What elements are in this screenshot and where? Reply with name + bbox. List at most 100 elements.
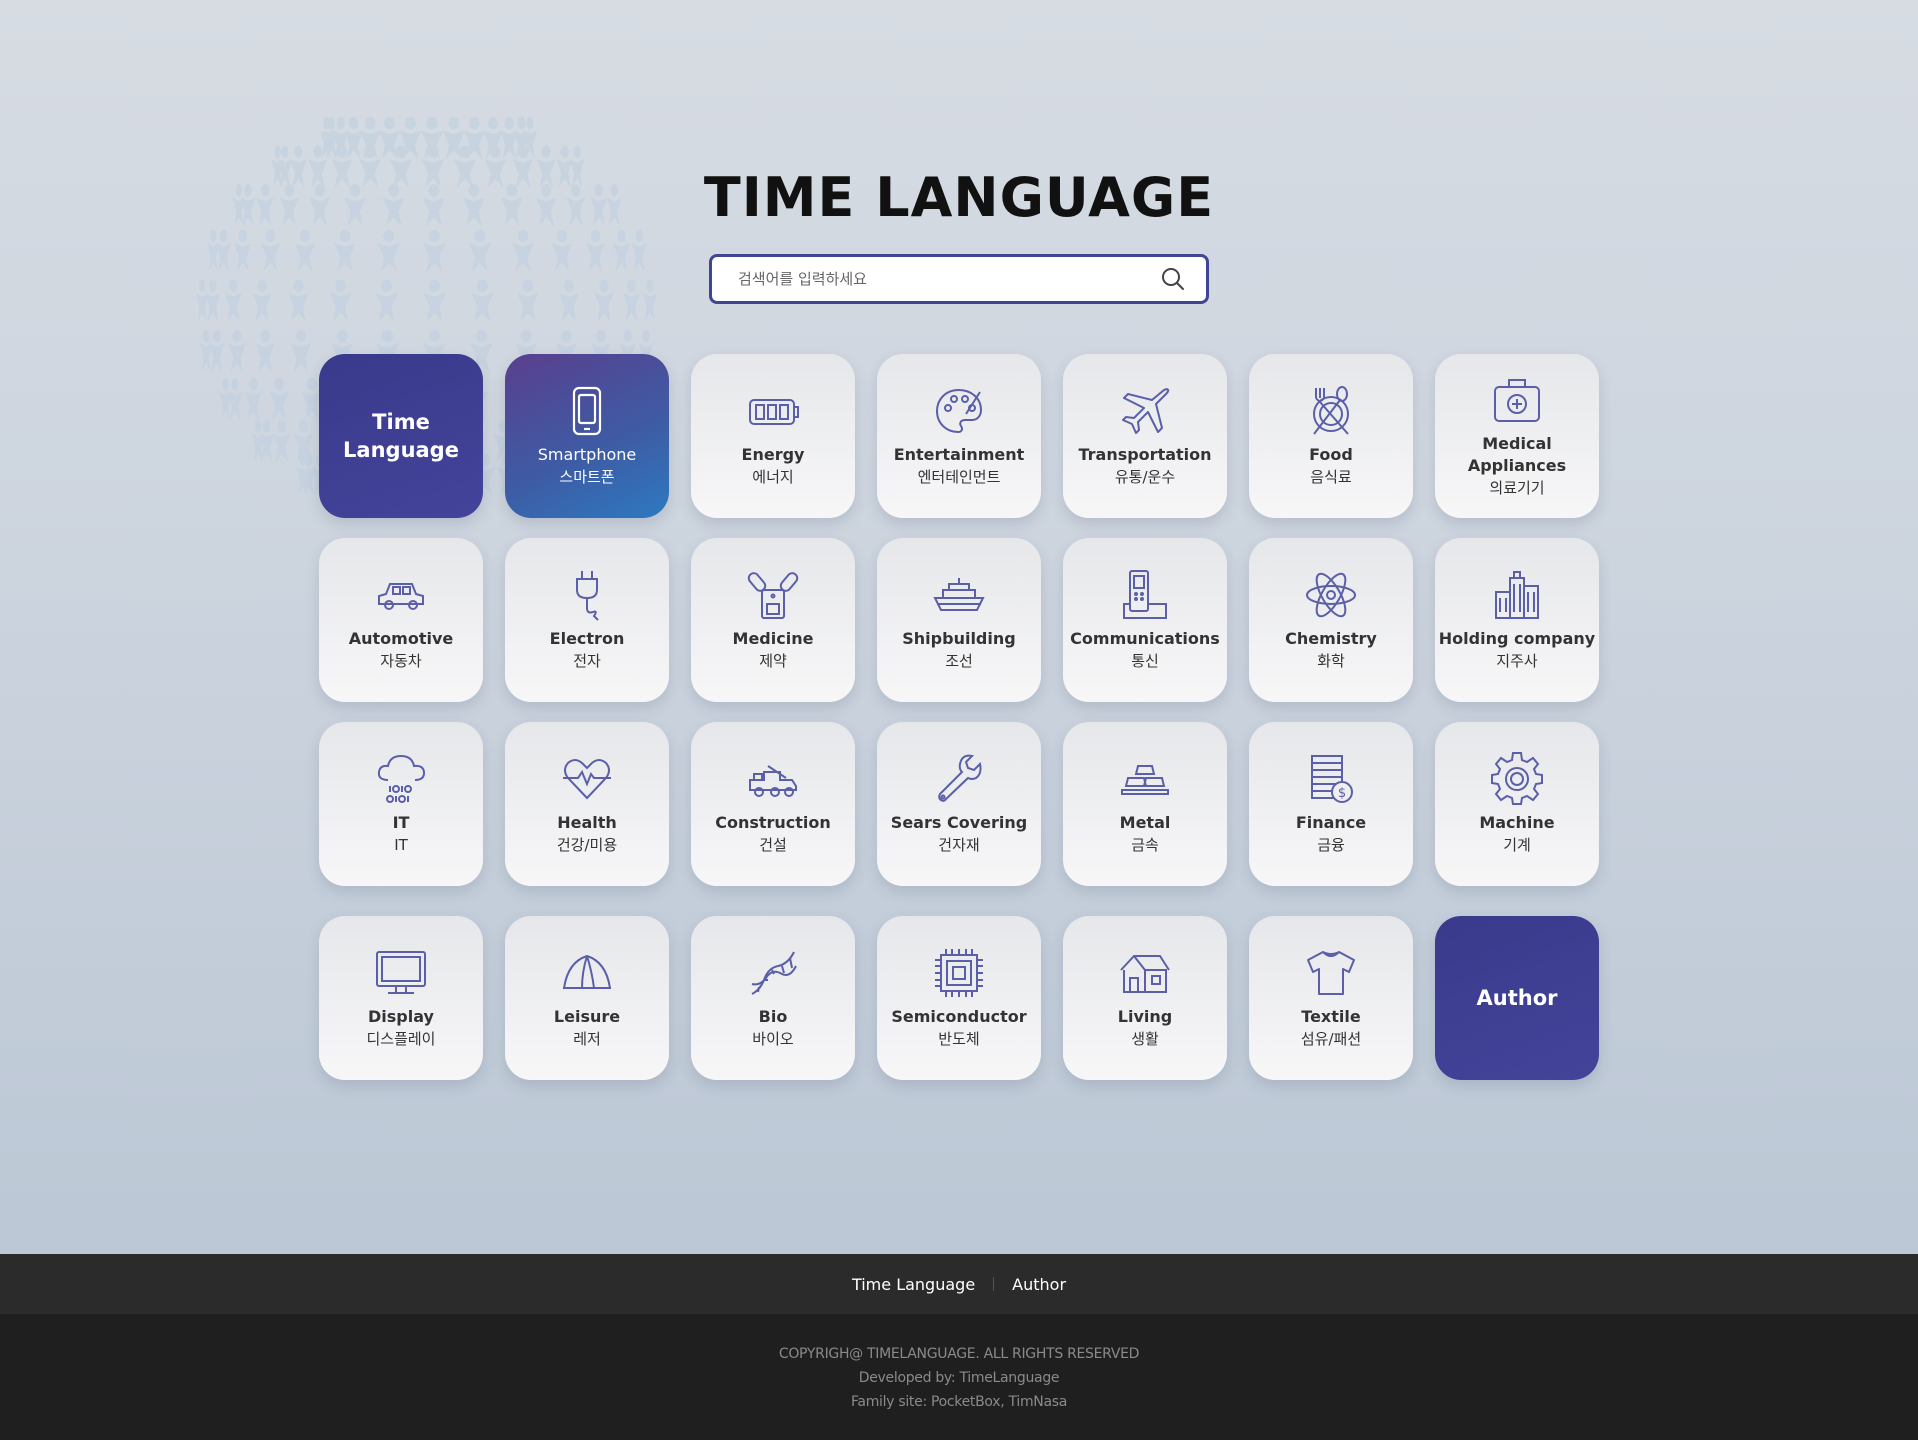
svg-text:$: $: [1338, 786, 1346, 801]
search-bar: [709, 254, 1209, 304]
card-label-en: Machine: [1479, 813, 1555, 832]
card-living[interactable]: Living 생활: [1063, 916, 1227, 1080]
card-label-en: Transportation: [1078, 445, 1212, 464]
phone-icon: [1123, 570, 1167, 619]
card-label-en: Textile: [1301, 1007, 1361, 1026]
card-chemistry[interactable]: Chemistry 화학: [1249, 538, 1413, 702]
card-transportation[interactable]: Transportation 유통/운수: [1063, 354, 1227, 518]
heartbeat-icon: [563, 759, 611, 800]
card-author[interactable]: Author: [1435, 916, 1599, 1080]
card-label-en: Entertainment: [893, 445, 1025, 464]
search-input[interactable]: [738, 270, 1160, 288]
globe-person-figure: [586, 229, 605, 272]
card-shipbuilding[interactable]: Shipbuilding 조선: [877, 538, 1041, 702]
card-label-ko: 음식료: [1310, 468, 1352, 486]
chip-icon: [935, 949, 983, 997]
card-label-en: Leisure: [553, 1007, 621, 1026]
coins-icon: $: [1311, 755, 1353, 803]
card-it[interactable]: IT IT: [319, 722, 483, 886]
card-label-en: Holding company: [1438, 629, 1596, 648]
atom-icon: [1306, 572, 1356, 618]
card-label-ko: 스마트폰: [559, 468, 615, 486]
card-label-en: Finance: [1295, 813, 1367, 832]
globe-person-figure: [288, 279, 309, 322]
card-label-ko: 건강/미용: [556, 836, 618, 854]
card-medicine[interactable]: Medicine 제약: [691, 538, 855, 702]
page-title: TIME LANGUAGE: [703, 166, 1215, 229]
card-health[interactable]: Health 건강/미용: [505, 722, 669, 886]
search-icon[interactable]: [1160, 266, 1186, 292]
globe-person-figure: [423, 279, 446, 322]
globe-person-figure: [228, 329, 246, 373]
truck-icon: [749, 765, 797, 797]
globe-person-figure: [294, 229, 316, 272]
globe-person-figure: [558, 279, 580, 322]
globe-person-figure: [195, 279, 209, 322]
card-communications[interactable]: Communications 통신: [1063, 538, 1227, 702]
card-construction[interactable]: Construction 건설: [691, 722, 855, 886]
card-energy[interactable]: Energy 에너지: [691, 354, 855, 518]
card-finance[interactable]: $ Finance 금융: [1249, 722, 1413, 886]
card-machine[interactable]: Machine 기계: [1435, 722, 1599, 886]
card-label-ko: 자동차: [380, 652, 422, 670]
card-electron[interactable]: Electron 전자: [505, 538, 669, 702]
cutlery-icon: [1313, 386, 1349, 435]
footer: COPYRIGH@ TIMELANGUAGE. ALL RIGHTS RESER…: [0, 1314, 1918, 1440]
globe-person-figure: [377, 229, 400, 272]
card-label-ko: 생활: [1131, 1030, 1159, 1048]
globe-person-figure: [205, 279, 221, 322]
card-label-en: Display: [368, 1007, 434, 1026]
globe-person-figure: [234, 229, 252, 272]
card-leisure[interactable]: Leisure 레저: [505, 916, 669, 1080]
globe-person-figure: [517, 279, 539, 322]
house-icon: [1120, 955, 1170, 993]
globe-person-figure: [631, 229, 647, 272]
card-label-en: Shipbuilding: [902, 629, 1016, 648]
card-label-en: Chemistry: [1285, 629, 1377, 648]
card-label-en: Medical Appliances: [1467, 434, 1567, 475]
car-icon: [378, 583, 424, 610]
globe-person-figure: [375, 279, 398, 322]
monitor-icon: [376, 951, 426, 994]
card-entertainment[interactable]: Entertainment 엔터테인먼트: [877, 354, 1041, 518]
card-label-ko: IT: [394, 836, 408, 854]
card-sears-covering[interactable]: Sears Covering 건자재: [877, 722, 1041, 886]
card-metal[interactable]: Metal 금속: [1063, 722, 1227, 886]
card-label-en: Semiconductor: [891, 1007, 1027, 1026]
globe-person-figure: [594, 279, 614, 322]
globe-person-figure: [329, 279, 352, 322]
globe-person-figure: [227, 377, 243, 421]
dna-icon: [751, 951, 797, 995]
card-holding-company[interactable]: Holding company 지주사: [1435, 538, 1599, 702]
shirt-icon: [1307, 951, 1355, 995]
card-automotive[interactable]: Automotive 자동차: [319, 538, 483, 702]
card-semiconductor[interactable]: Semiconductor 반도체: [877, 916, 1041, 1080]
card-smartphone[interactable]: Smartphone 스마트폰: [505, 354, 669, 518]
card-label-ko: 금속: [1131, 836, 1159, 854]
medical-kit-icon: [1494, 379, 1540, 422]
globe-person-figure: [468, 229, 491, 272]
card-label-en: Communications: [1070, 629, 1220, 648]
card-textile[interactable]: Textile 섬유/패션: [1249, 916, 1413, 1080]
card-label-en: Sears Covering: [890, 813, 1028, 832]
brand-card-line2: Language: [343, 438, 459, 462]
card-label-en: Electron: [549, 629, 625, 648]
card-label-ko: 의료기기: [1489, 479, 1545, 497]
card-bio[interactable]: Bio 바이오: [691, 916, 855, 1080]
wrench-icon: [938, 754, 982, 802]
footer-link-author[interactable]: Author: [1012, 1275, 1066, 1294]
globe-person-figure: [207, 229, 220, 272]
card-medical-appliances[interactable]: Medical Appliances 의료기기: [1435, 354, 1599, 518]
card-time-language[interactable]: Time Language: [319, 354, 483, 518]
developed-by-text: Developed by: TimeLanguage: [858, 1370, 1060, 1386]
footer-link-time-language[interactable]: Time Language: [852, 1275, 975, 1294]
palette-icon: [935, 388, 983, 434]
plug-icon: [576, 571, 599, 621]
card-food[interactable]: Food 음식료: [1249, 354, 1413, 518]
card-label-en: Metal: [1119, 813, 1171, 832]
card-label-en: Smartphone: [537, 445, 637, 464]
pill-icon: [747, 572, 799, 619]
gear-icon: [1491, 752, 1543, 805]
card-display[interactable]: Display 디스플레이: [319, 916, 483, 1080]
card-label-ko: 기계: [1503, 836, 1531, 854]
